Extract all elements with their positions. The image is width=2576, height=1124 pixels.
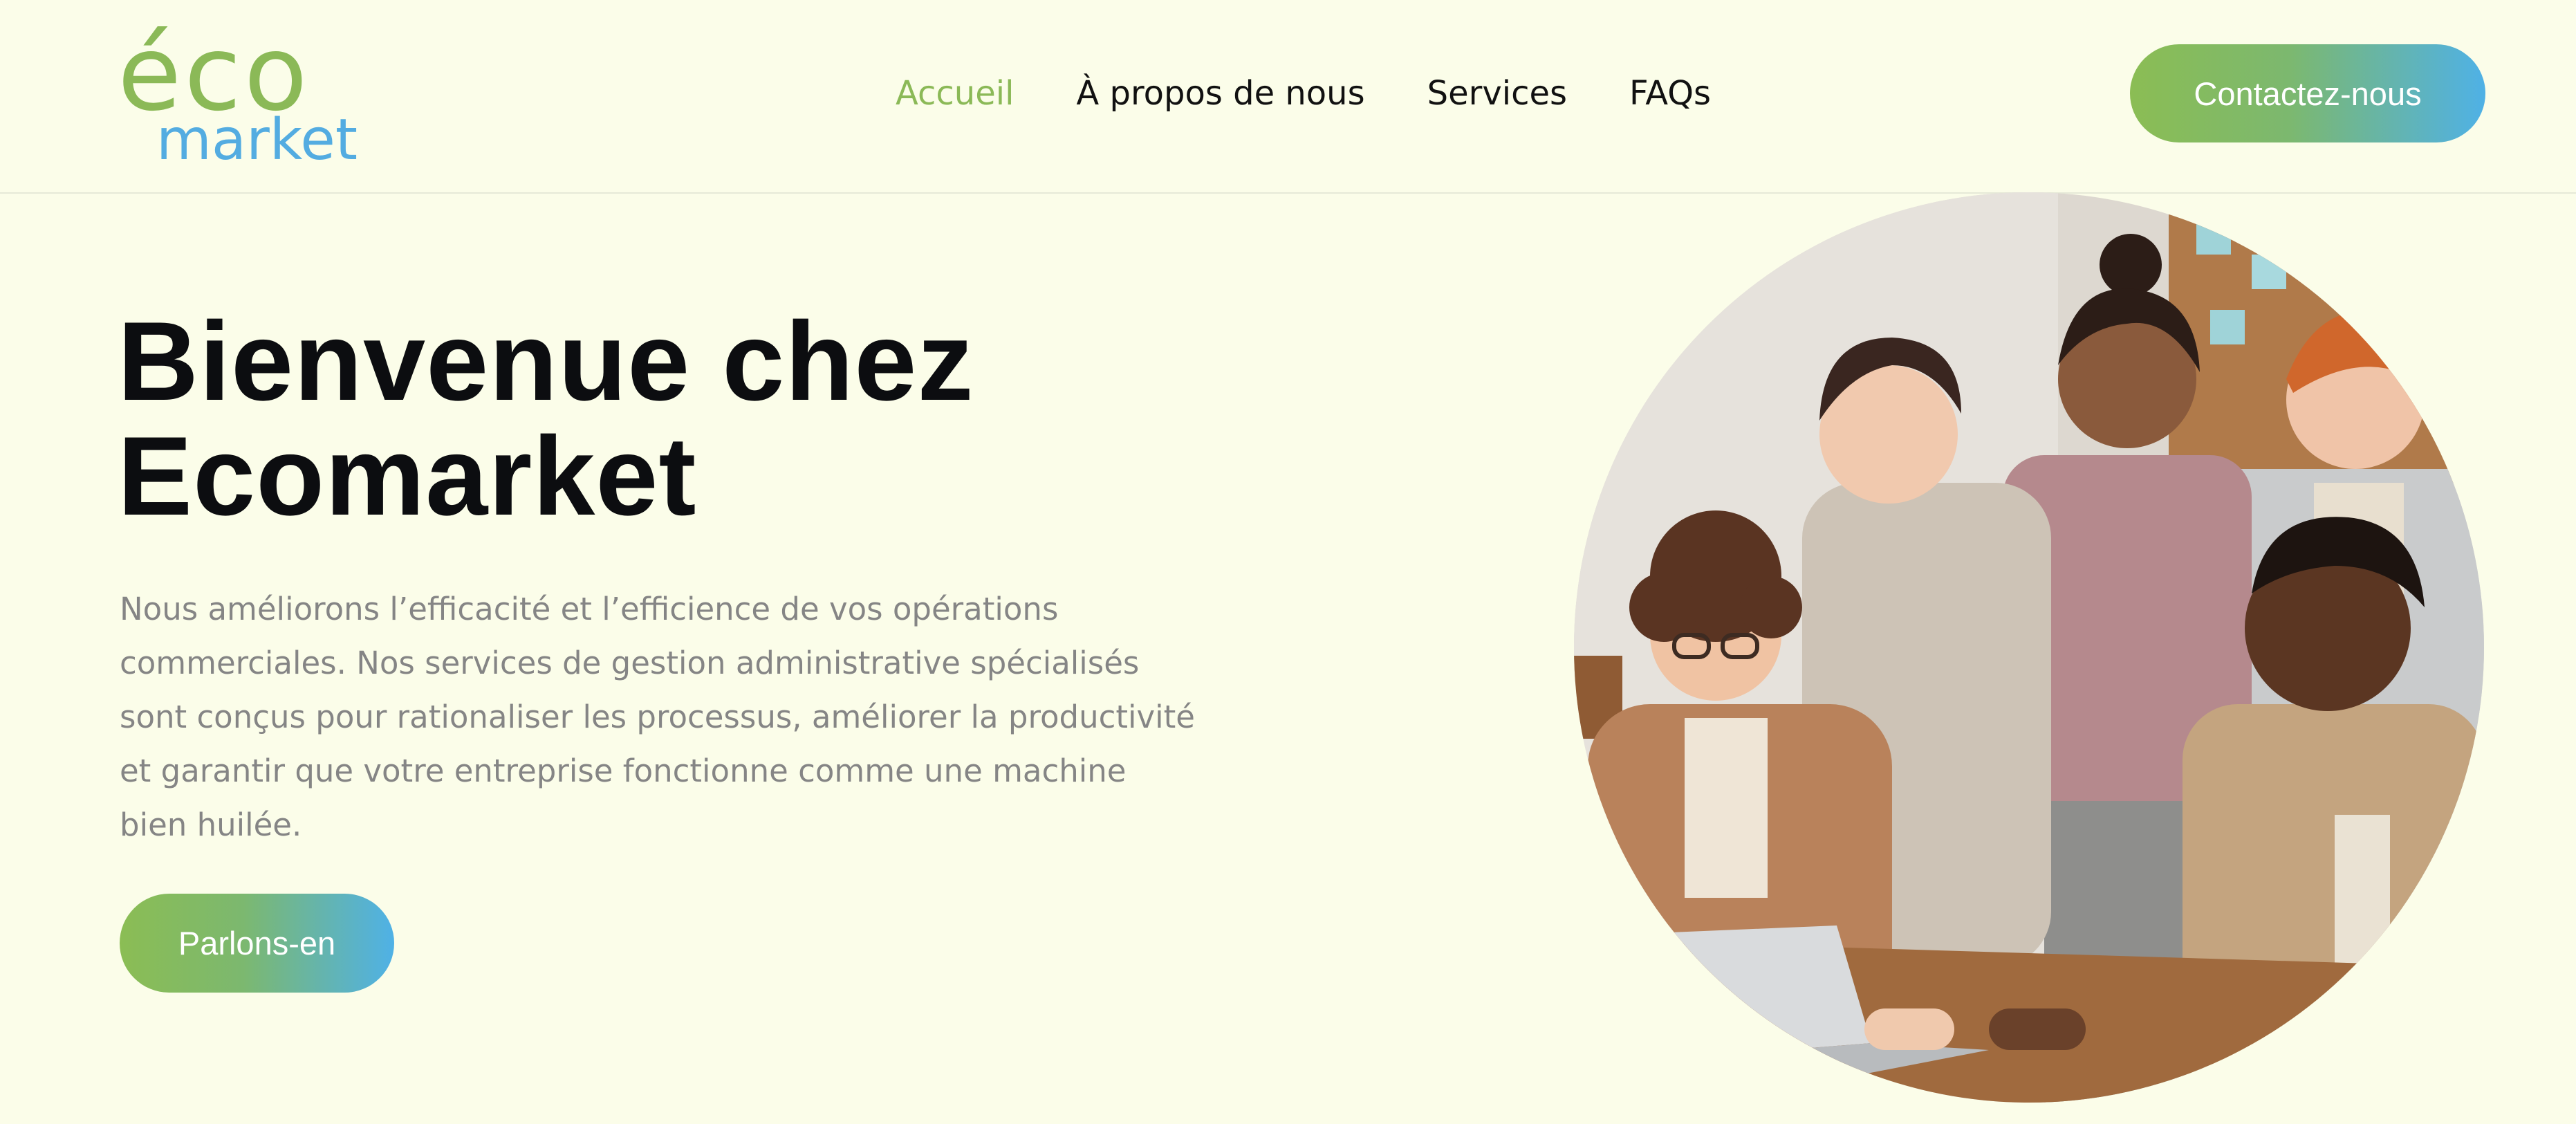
parlons-en-button[interactable]: Parlons-en <box>120 894 394 993</box>
nav-item-faqs[interactable]: FAQs <box>1629 74 1711 113</box>
logo-market-text: market <box>156 107 358 167</box>
nav-item-a-propos[interactable]: À propos de nous <box>1076 74 1364 113</box>
nav-item-services[interactable]: Services <box>1427 74 1567 113</box>
nav-item-accueil[interactable]: Accueil <box>896 74 1014 113</box>
hero-description: Nous améliorons l’efficacité et l’effici… <box>120 591 1195 843</box>
main-nav: Accueil À propos de nous Services FAQs <box>896 0 1711 187</box>
ecomarket-logo[interactable]: éco market <box>118 22 373 167</box>
contact-button[interactable]: Contactez-nous <box>2130 44 2485 142</box>
hero-title-line1: Bienvenue chez <box>118 299 974 424</box>
site-header: éco market Accueil À propos de nous Serv… <box>0 0 2576 194</box>
team-photo-illustration <box>1574 192 2484 1103</box>
hero-title: Bienvenue chez Ecomarket <box>118 304 1293 534</box>
team-photo-image <box>1574 192 2484 1103</box>
logo-image: éco market <box>118 22 358 167</box>
hero-title-line2: Ecomarket <box>118 414 697 539</box>
